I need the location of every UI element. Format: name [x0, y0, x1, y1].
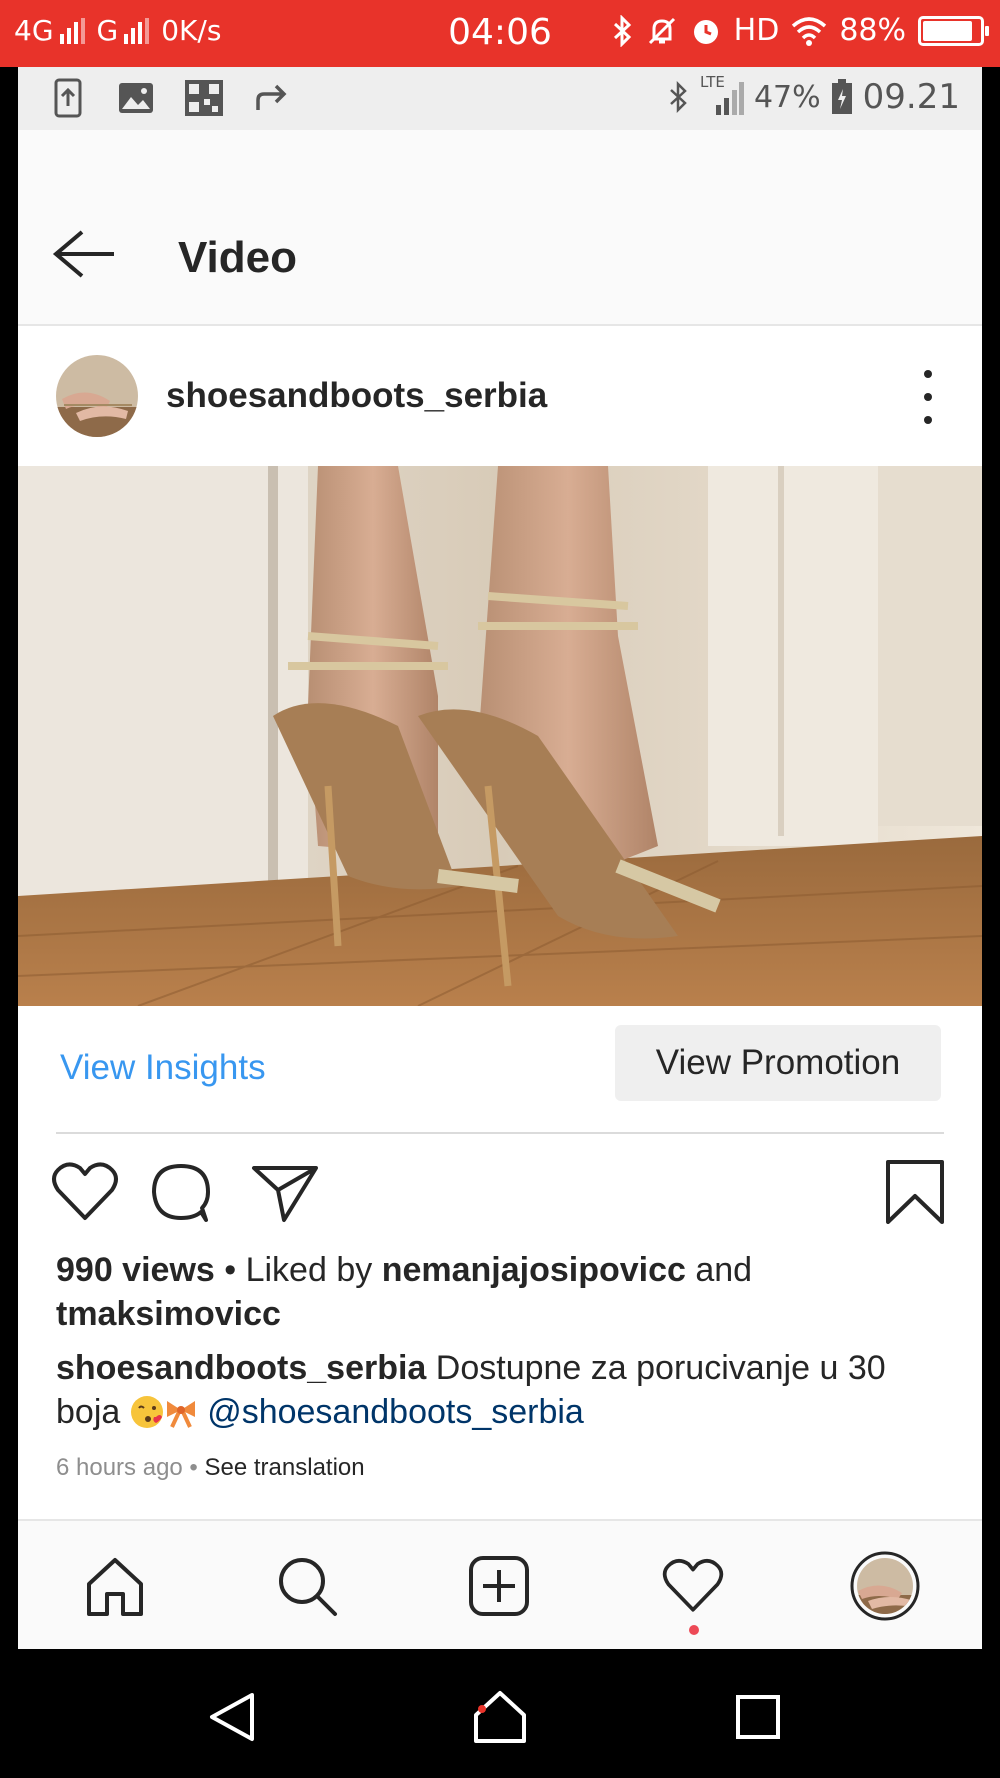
recents-square-icon[interactable]	[728, 1687, 788, 1747]
comment-icon[interactable]	[146, 1160, 216, 1224]
hd-label: HD	[733, 13, 780, 48]
bottom-tab-bar	[18, 1519, 982, 1649]
recorded-screen: LTE 47% 09.21 Video shoesandboots_serbia	[18, 67, 982, 1649]
qr-icon	[184, 77, 224, 119]
share-arrow-icon	[252, 77, 292, 119]
caption-body: shoesandboots_serbia Dostupne za poruciv…	[56, 1346, 956, 1434]
send-icon[interactable]	[250, 1160, 320, 1224]
post-actions	[18, 1134, 982, 1248]
post-header: shoesandboots_serbia	[18, 328, 982, 466]
battery-icon	[831, 79, 852, 114]
inner-status-bar: LTE 47% 09.21	[18, 67, 982, 130]
meta-separator: •	[182, 1454, 205, 1481]
post-caption: 990 views • Liked by nemanjajosipovicc a…	[56, 1248, 956, 1484]
view-insights-link[interactable]: View Insights	[60, 1048, 266, 1088]
bluetooth-icon	[613, 14, 631, 47]
inner-battery-percent: 47%	[753, 79, 821, 115]
heart-icon[interactable]	[50, 1160, 120, 1224]
mute-icon	[648, 17, 675, 44]
views-count[interactable]: 990 views	[56, 1251, 215, 1289]
post-meta: 6 hours ago • See translation	[56, 1452, 956, 1484]
post-username[interactable]: shoesandboots_serbia	[166, 376, 547, 416]
activity-heart-icon	[662, 1559, 724, 1612]
liked-by-text: • Liked by	[214, 1251, 382, 1289]
video-player[interactable]	[18, 466, 982, 1006]
notification-icons	[48, 77, 292, 119]
and-text: and	[685, 1251, 753, 1289]
views-likes-line: 990 views • Liked by nemanjajosipovicc a…	[56, 1248, 956, 1336]
back-arrow-icon[interactable]	[48, 226, 118, 282]
back-triangle-icon[interactable]	[204, 1687, 264, 1747]
more-options-icon[interactable]	[916, 370, 940, 424]
inner-status-right: LTE 47% 09.21	[668, 73, 960, 117]
home-house-icon[interactable]	[470, 1687, 530, 1747]
tab-search[interactable]	[272, 1551, 342, 1621]
notification-dot	[689, 1625, 699, 1635]
time-ago: 6 hours ago	[56, 1454, 183, 1481]
tab-add[interactable]	[464, 1551, 534, 1621]
kiss-emoji-icon	[130, 1396, 163, 1428]
liker-name-2[interactable]: tmaksimovicc	[56, 1295, 281, 1333]
search-icon	[279, 1558, 337, 1616]
add-icon	[469, 1556, 529, 1616]
alarm-icon	[693, 19, 718, 44]
device-status-bar: 4G G 0K/s 04:06 HD 88%	[0, 0, 1000, 67]
image-icon	[116, 77, 156, 119]
ribbon-emoji-icon	[166, 1401, 195, 1428]
system-nav-bar	[0, 1649, 1000, 1778]
app-header: Video	[18, 130, 982, 326]
tab-home[interactable]	[80, 1551, 150, 1621]
tab-profile[interactable]	[850, 1551, 920, 1621]
liker-name[interactable]: nemanjajosipovicc	[382, 1251, 686, 1289]
inner-clock: 09.21	[862, 77, 960, 117]
caption-username[interactable]: shoesandboots_serbia	[56, 1349, 426, 1387]
view-promotion-button[interactable]: View Promotion	[615, 1025, 941, 1101]
avatar[interactable]	[56, 355, 138, 437]
bluetooth-icon	[670, 80, 687, 114]
signal-icon: LTE	[700, 73, 744, 117]
battery-icon	[918, 15, 989, 46]
page-title: Video	[178, 233, 298, 282]
video-frame	[18, 466, 982, 1006]
status-right: HD 88%	[612, 13, 989, 48]
upload-icon	[48, 77, 88, 119]
insights-row: View Insights View Promotion	[18, 1006, 982, 1134]
profile-avatar	[850, 1551, 920, 1621]
home-icon	[87, 1558, 143, 1616]
tab-activity[interactable]	[658, 1551, 728, 1621]
see-translation-link[interactable]: See translation	[205, 1454, 365, 1481]
wifi-icon	[792, 16, 827, 46]
caption-mention[interactable]: @shoesandboots_serbia	[207, 1393, 584, 1431]
bookmark-icon[interactable]	[880, 1160, 950, 1224]
battery-percent: 88%	[839, 13, 906, 48]
